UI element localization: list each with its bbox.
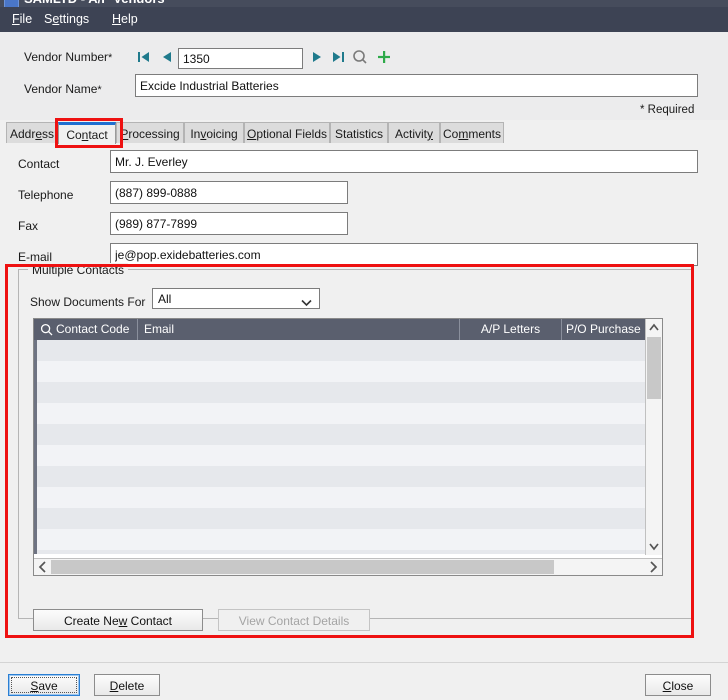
tab-invoicing[interactable]: Invoicing — [184, 122, 244, 144]
grid-horizontal-scroll-thumb[interactable] — [51, 560, 554, 574]
grid-column-email[interactable]: Email — [138, 319, 460, 340]
grid-horizontal-scrollbar[interactable] — [34, 558, 662, 575]
window-title: SAMLTD - A/P Vendors — [24, 0, 165, 6]
app-window-icon — [4, 0, 19, 7]
table-row[interactable] — [34, 529, 647, 550]
find-icon[interactable] — [351, 48, 369, 68]
tab-comments[interactable]: Comments — [440, 122, 504, 144]
contact-input[interactable] — [110, 150, 698, 173]
vendor-number-label: Vendor Number* — [24, 50, 113, 64]
fax-label: Fax — [18, 219, 39, 233]
search-icon[interactable] — [40, 323, 53, 339]
grid-column-ap-letters[interactable]: A/P Letters — [460, 319, 562, 340]
grid-vertical-scroll-thumb[interactable] — [647, 337, 661, 399]
first-record-icon[interactable] — [135, 48, 153, 68]
previous-record-icon[interactable] — [158, 48, 176, 68]
chevron-down-icon — [301, 296, 312, 310]
tab-statistics[interactable]: Statistics — [330, 122, 388, 144]
table-row[interactable] — [34, 424, 647, 445]
show-documents-for-select[interactable]: All — [152, 288, 320, 309]
new-record-icon[interactable] — [375, 48, 393, 68]
email-label: E-mail — [18, 250, 53, 264]
contact-tab-pane: Contact Telephone Fax E-mail Multiple Co… — [0, 143, 728, 662]
table-row[interactable] — [34, 361, 647, 382]
vendor-name-input[interactable] — [135, 74, 698, 97]
tab-processing[interactable]: Processing — [116, 122, 184, 144]
vendor-number-input[interactable] — [178, 48, 303, 69]
menu-help[interactable]: Help — [104, 7, 146, 32]
grid-header-row: Contact Code Email A/P Letters P/O Purch… — [34, 319, 662, 340]
vendor-name-label: Vendor Name* — [24, 82, 102, 96]
table-row[interactable] — [34, 508, 647, 529]
scroll-down-icon[interactable] — [646, 538, 662, 555]
scroll-right-icon[interactable] — [645, 559, 662, 575]
vendor-header-form: Vendor Number* Vendor Name* * Required — [0, 32, 728, 120]
scroll-left-icon[interactable] — [34, 559, 51, 575]
window-footer: Save Delete Close — [0, 662, 728, 700]
tab-activity[interactable]: Activity — [388, 122, 440, 144]
close-button[interactable]: Close — [645, 674, 711, 696]
table-row[interactable] — [34, 403, 647, 424]
table-row[interactable] — [34, 466, 647, 487]
save-button[interactable]: Save — [8, 674, 80, 696]
tab-optional-fields[interactable]: Optional Fields — [244, 122, 330, 144]
create-new-contact-button[interactable]: Create New Contact — [33, 609, 203, 631]
view-contact-details-button: View Contact Details — [218, 609, 370, 631]
table-row[interactable] — [34, 340, 647, 361]
show-documents-for-value: All — [158, 292, 172, 306]
ap-vendors-window: SAMLTD - A/P Vendors File Settings Help … — [0, 0, 728, 700]
menu-file[interactable]: File — [4, 7, 40, 32]
last-record-icon[interactable] — [329, 48, 347, 68]
table-row[interactable] — [34, 487, 647, 508]
email-input[interactable] — [110, 243, 698, 266]
table-row[interactable] — [34, 550, 647, 554]
contact-label: Contact — [18, 157, 60, 171]
scroll-up-icon[interactable] — [646, 319, 662, 336]
grid-row-indicator-bar — [34, 340, 37, 554]
menu-bar: File Settings Help — [0, 7, 728, 32]
telephone-input[interactable] — [110, 181, 348, 204]
grid-body[interactable] — [34, 340, 647, 554]
delete-button[interactable]: Delete — [94, 674, 160, 696]
fax-input[interactable] — [110, 212, 348, 235]
show-documents-for-label: Show Documents For — [30, 295, 146, 309]
next-record-icon[interactable] — [308, 48, 326, 68]
multiple-contacts-title: Multiple Contacts — [28, 263, 129, 277]
title-bar: SAMLTD - A/P Vendors — [0, 0, 728, 7]
multiple-contacts-grid[interactable]: Contact Code Email A/P Letters P/O Purch… — [33, 318, 663, 576]
tab-strip: Address Contact Processing Invoicing Opt… — [0, 122, 728, 144]
grid-vertical-scrollbar[interactable] — [645, 319, 662, 555]
table-row[interactable] — [34, 382, 647, 403]
required-note: * Required — [640, 104, 695, 116]
menu-settings[interactable]: Settings — [36, 7, 97, 32]
telephone-label: Telephone — [18, 188, 74, 202]
tab-contact[interactable]: Contact — [58, 122, 116, 144]
table-row[interactable] — [34, 445, 647, 466]
tab-address[interactable]: Address — [6, 122, 58, 144]
